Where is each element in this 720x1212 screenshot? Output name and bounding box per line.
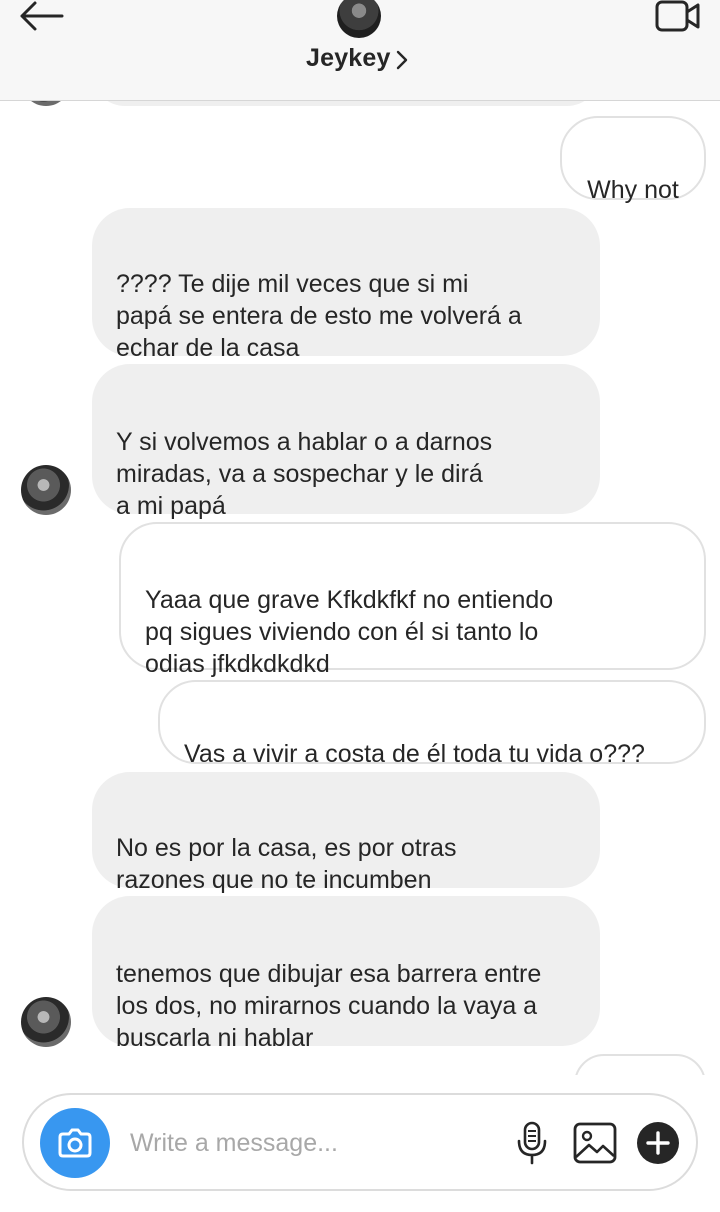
camera-icon xyxy=(58,1128,92,1158)
camera-button[interactable] xyxy=(40,1108,110,1178)
image-icon xyxy=(573,1122,617,1164)
voice-message-button[interactable] xyxy=(514,1121,550,1165)
arrow-left-icon xyxy=(20,1,64,31)
message-bubble-partial[interactable] xyxy=(574,1054,706,1075)
video-camera-icon xyxy=(655,0,700,32)
message-bubble[interactable]: tenemos que dibujar esa barrera entre lo… xyxy=(92,896,600,1052)
message-input[interactable] xyxy=(130,1125,490,1161)
message-bubble[interactable]: Yaaa que grave Kfkdkfkf no entiendo pq s… xyxy=(119,522,706,678)
video-call-button[interactable] xyxy=(654,0,702,34)
message-bubble[interactable]: ???? Te dije mil veces que si mi papá se… xyxy=(92,208,600,362)
message-text: Vas a vivir a costa de él toda tu vida o… xyxy=(184,740,645,768)
contact-avatar[interactable] xyxy=(21,465,71,515)
message-text: Yaaa que grave Kfkdkfkf no entiendo pq s… xyxy=(145,586,554,678)
message-bubble[interactable]: Y si volvemos a hablar o a darnos mirada… xyxy=(92,364,600,520)
message-text: tenemos que dibujar esa barrera entre lo… xyxy=(116,960,542,1052)
message-bubble[interactable]: No es por la casa, es por otras razones … xyxy=(92,772,600,894)
chat-header: Jeykey xyxy=(0,0,720,101)
chevron-right-icon xyxy=(396,50,408,70)
message-text: ???? Te dije mil veces que si mi papá se… xyxy=(116,270,522,362)
gallery-button[interactable] xyxy=(572,1121,618,1165)
message-bubble[interactable]: Why not xyxy=(560,116,706,204)
message-text: Why not xyxy=(587,176,679,204)
message-thread[interactable]: Why not ???? Te dije mil veces que si mi… xyxy=(0,0,720,1075)
microphone-icon xyxy=(517,1121,547,1165)
message-composer xyxy=(22,1093,698,1191)
message-bubble[interactable]: Vas a vivir a costa de él toda tu vida o… xyxy=(158,680,706,768)
contact-avatar[interactable] xyxy=(337,0,381,38)
back-button[interactable] xyxy=(18,0,68,34)
plus-icon xyxy=(637,1122,679,1164)
contact-name[interactable]: Jeykey xyxy=(306,44,391,73)
contact-avatar[interactable] xyxy=(21,997,71,1047)
message-text: No es por la casa, es por otras razones … xyxy=(116,834,457,894)
message-text: Y si volvemos a hablar o a darnos mirada… xyxy=(116,428,493,520)
add-button[interactable] xyxy=(636,1121,680,1165)
